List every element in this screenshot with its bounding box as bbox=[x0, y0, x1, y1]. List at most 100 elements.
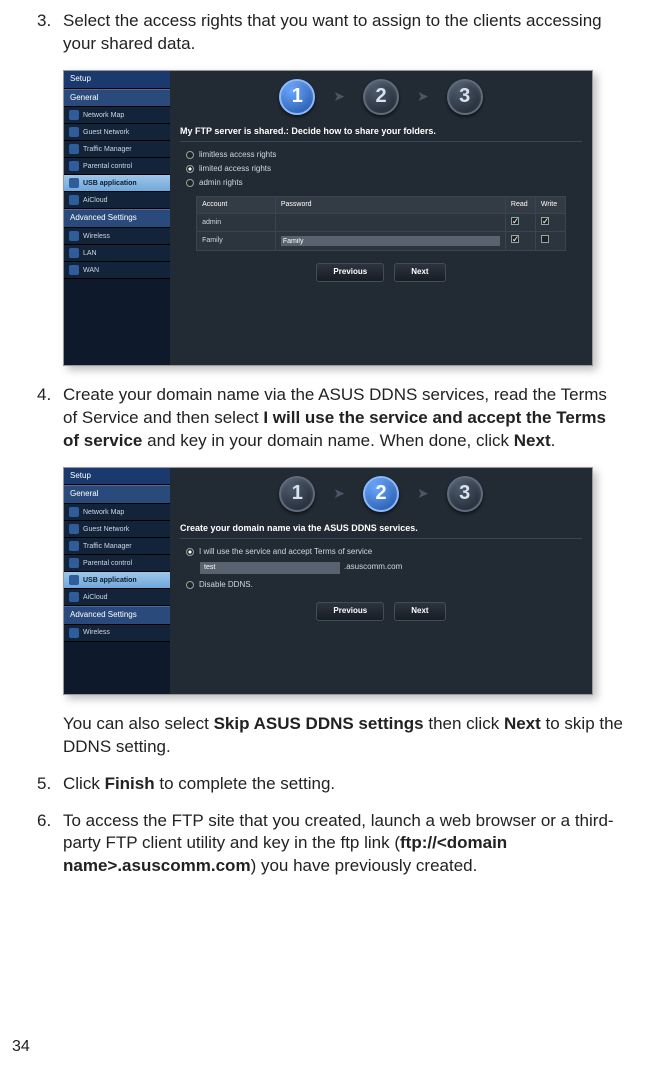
wizard-step-indicator: 1 ➤ 2 ➤ 3 bbox=[180, 476, 582, 512]
nav-usb-application: USB application bbox=[64, 175, 170, 192]
ddns-domain-row: .asuscomm.com bbox=[200, 562, 582, 574]
nav-guest-network: Guest Network bbox=[64, 124, 170, 141]
radio-icon bbox=[186, 581, 194, 589]
wan-icon bbox=[69, 265, 79, 275]
radio-disable-ddns: Disable DDNS. bbox=[186, 580, 582, 591]
wizard-step-2: 2 bbox=[363, 79, 399, 115]
wizard-step-1: 1 bbox=[279, 476, 315, 512]
wizard-step-3: 3 bbox=[447, 79, 483, 115]
table-row: admin bbox=[197, 213, 566, 231]
nav-wan: WAN bbox=[64, 262, 170, 279]
lock-icon bbox=[69, 161, 79, 171]
step-6: 6. To access the FTP site that you creat… bbox=[63, 810, 624, 879]
arrow-right-icon: ➤ bbox=[333, 484, 345, 503]
th-password: Password bbox=[275, 197, 505, 213]
next-button: Next bbox=[394, 263, 445, 282]
step-number: 5. bbox=[37, 773, 51, 796]
traffic-icon bbox=[69, 541, 79, 551]
nav-aicloud: AiCloud bbox=[64, 192, 170, 209]
nav-setup: Setup bbox=[64, 468, 170, 486]
step-5: 5. Click Finish to complete the setting. bbox=[63, 773, 624, 796]
router-sidebar: Setup General Network Map Guest Network … bbox=[64, 71, 170, 365]
radio-icon bbox=[186, 179, 194, 187]
nav-wireless: Wireless bbox=[64, 228, 170, 245]
password-input bbox=[281, 236, 500, 246]
previous-button: Previous bbox=[316, 263, 384, 282]
wizard-step-indicator: 1 ➤ 2 ➤ 3 bbox=[180, 79, 582, 115]
radio-admin: admin rights bbox=[186, 178, 582, 189]
step-number: 4. bbox=[37, 384, 51, 407]
checkbox-icon bbox=[511, 217, 519, 225]
step-5-text: Click Finish to complete the setting. bbox=[63, 774, 335, 793]
step-4-text: Create your domain name via the ASUS DDN… bbox=[63, 385, 607, 450]
router-screenshot-access-rights: Setup General Network Map Guest Network … bbox=[63, 70, 593, 366]
accounts-table: Account Password Read Write admin bbox=[196, 196, 566, 250]
nav-traffic-manager: Traffic Manager bbox=[64, 141, 170, 158]
step-3: 3. Select the access rights that you wan… bbox=[63, 10, 624, 366]
radio-limited: limited access rights bbox=[186, 164, 582, 175]
arrow-right-icon: ➤ bbox=[333, 87, 345, 106]
nav-parental-control: Parental control bbox=[64, 555, 170, 572]
panel-title: My FTP server is shared.: Decide how to … bbox=[180, 125, 582, 142]
cloud-icon bbox=[69, 195, 79, 205]
nav-general-header: General bbox=[64, 485, 170, 504]
arrow-right-icon: ➤ bbox=[417, 87, 429, 106]
nav-network-map: Network Map bbox=[64, 504, 170, 521]
wifi-icon bbox=[69, 231, 79, 241]
nav-guest-network: Guest Network bbox=[64, 521, 170, 538]
step-4-additional-text: You can also select Skip ASUS DDNS setti… bbox=[63, 713, 624, 759]
radio-icon bbox=[186, 151, 194, 159]
nav-usb-application: USB application bbox=[64, 572, 170, 589]
nav-advanced-header: Advanced Settings bbox=[64, 606, 170, 625]
radio-use-service: I will use the service and accept Terms … bbox=[186, 547, 582, 558]
router-main-panel: 1 ➤ 2 ➤ 3 My FTP server is shared.: Deci… bbox=[170, 71, 592, 365]
checkbox-icon bbox=[511, 235, 519, 243]
usb-icon bbox=[69, 178, 79, 188]
page-number: 34 bbox=[12, 1036, 30, 1058]
step-6-text: To access the FTP site that you created,… bbox=[63, 811, 614, 876]
th-read: Read bbox=[505, 197, 535, 213]
wizard-step-1: 1 bbox=[279, 79, 315, 115]
nav-wireless: Wireless bbox=[64, 625, 170, 642]
table-row: Family bbox=[197, 232, 566, 250]
nav-aicloud: AiCloud bbox=[64, 589, 170, 606]
traffic-icon bbox=[69, 144, 79, 154]
nav-network-map: Network Map bbox=[64, 107, 170, 124]
wifi-icon bbox=[69, 628, 79, 638]
nav-lan: LAN bbox=[64, 245, 170, 262]
panel-title: Create your domain name via the ASUS DDN… bbox=[180, 522, 582, 539]
arrow-right-icon: ➤ bbox=[417, 484, 429, 503]
nav-traffic-manager: Traffic Manager bbox=[64, 538, 170, 555]
globe-icon bbox=[69, 507, 79, 517]
domain-input bbox=[200, 562, 340, 574]
step-4: 4. Create your domain name via the ASUS … bbox=[63, 384, 624, 759]
nav-setup: Setup bbox=[64, 71, 170, 89]
radio-icon bbox=[186, 165, 194, 173]
lock-icon bbox=[69, 558, 79, 568]
checkbox-icon bbox=[541, 217, 549, 225]
guest-icon bbox=[69, 127, 79, 137]
previous-button: Previous bbox=[316, 602, 384, 621]
step-number: 3. bbox=[37, 10, 51, 33]
next-button: Next bbox=[394, 602, 445, 621]
cloud-icon bbox=[69, 592, 79, 602]
checkbox-icon bbox=[541, 235, 549, 243]
step-number: 6. bbox=[37, 810, 51, 833]
router-main-panel: 1 ➤ 2 ➤ 3 Create your domain name via th… bbox=[170, 468, 592, 694]
domain-suffix: .asuscomm.com bbox=[344, 562, 402, 573]
router-screenshot-ddns: Setup General Network Map Guest Network … bbox=[63, 467, 593, 695]
router-sidebar: Setup General Network Map Guest Network … bbox=[64, 468, 170, 694]
radio-icon bbox=[186, 548, 194, 556]
wizard-step-3: 3 bbox=[447, 476, 483, 512]
nav-parental-control: Parental control bbox=[64, 158, 170, 175]
step-3-text: Select the access rights that you want t… bbox=[63, 11, 602, 53]
nav-general-header: General bbox=[64, 89, 170, 108]
nav-advanced-header: Advanced Settings bbox=[64, 209, 170, 228]
guest-icon bbox=[69, 524, 79, 534]
th-account: Account bbox=[197, 197, 276, 213]
th-write: Write bbox=[535, 197, 565, 213]
usb-icon bbox=[69, 575, 79, 585]
globe-icon bbox=[69, 110, 79, 120]
lan-icon bbox=[69, 248, 79, 258]
radio-limitless: limitless access rights bbox=[186, 150, 582, 161]
